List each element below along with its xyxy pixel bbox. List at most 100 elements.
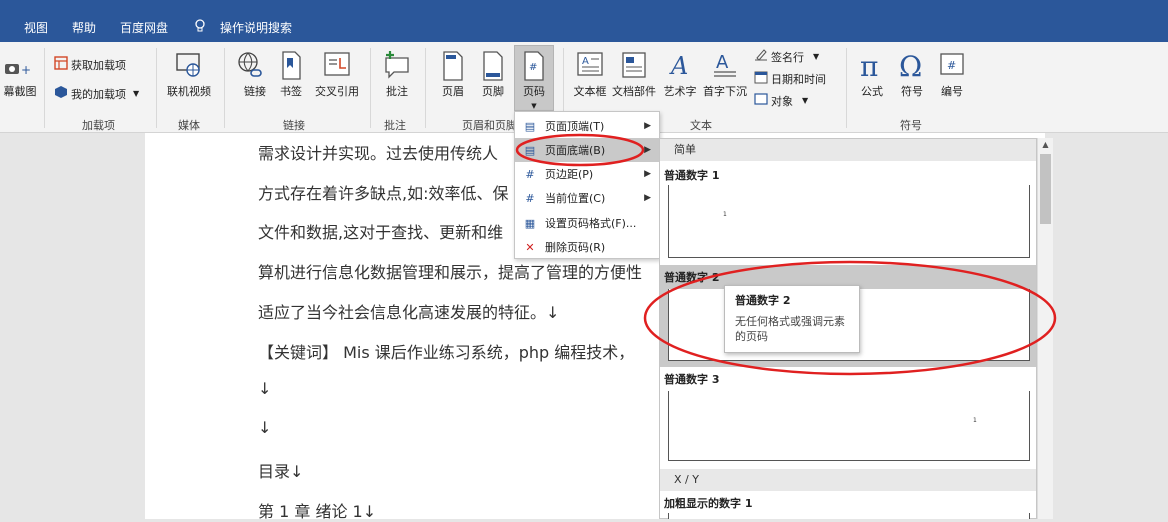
link-button[interactable]: 链接 <box>232 50 268 98</box>
current-position-icon: # <box>525 191 535 205</box>
cross-reference-button[interactable]: 交叉引用 <box>310 50 364 99</box>
group-label-text: 文本 <box>690 119 712 132</box>
svg-text:A: A <box>716 52 729 73</box>
header-icon <box>438 50 468 82</box>
equation-button[interactable]: π 公式 <box>854 50 890 99</box>
menu-item-page-margins[interactable]: # 页边距(P) ▶ <box>515 162 659 186</box>
comment-plus-icon <box>382 50 412 82</box>
menu-item-remove-page-numbers[interactable]: ✕ 删除页码(R) <box>515 235 659 259</box>
doc-line: 适应了当今社会信息化高速发展的特征。↓ <box>258 303 560 322</box>
signature-icon <box>754 48 768 65</box>
doc-line: 文件和数据,这对于查找、更新和维 <box>258 223 504 242</box>
group-label-media: 媒体 <box>178 119 200 132</box>
tooltip-description: 无任何格式或强调元素的页码 <box>735 315 845 343</box>
svg-text:+: + <box>21 63 31 77</box>
symbol-button[interactable]: Ω 符号 <box>894 50 930 99</box>
doc-line: 目录↓ <box>258 462 304 481</box>
quick-parts-button[interactable]: 文档部件 <box>610 50 658 99</box>
pi-icon: π <box>857 50 887 83</box>
date-time-button[interactable]: 日期和时间 <box>754 70 826 87</box>
group-label-symbols: 符号 <box>900 119 922 132</box>
online-video-icon <box>174 50 204 82</box>
svg-text:#: # <box>947 59 956 72</box>
gallery-scrollbar[interactable]: ▲ <box>1037 138 1053 519</box>
gallery-preview: 1 <box>668 185 1030 258</box>
get-addins-button[interactable]: 获取加载项 <box>54 56 126 73</box>
menu-item-bottom-of-page[interactable]: ▤ 页面底端(B) ▶ <box>515 138 659 162</box>
object-button[interactable]: 对象 ▼ <box>754 92 808 109</box>
doc-line: ↓ <box>258 379 272 398</box>
header-button[interactable]: 页眉 <box>436 50 470 99</box>
chevron-right-icon: ▶ <box>644 121 651 131</box>
gallery-item-bold-number-1[interactable]: 加粗显示的数字 1 <box>660 491 1036 519</box>
gallery-section-header: X / Y <box>660 469 1036 491</box>
drop-cap-button[interactable]: A 首字下沉 <box>700 50 750 99</box>
object-icon <box>754 92 768 109</box>
globe-link-icon <box>235 50 265 82</box>
svg-text:#: # <box>529 62 537 73</box>
gallery-item-plain-number-1[interactable]: 普通数字 1 1 <box>660 161 1036 265</box>
doc-line: 算机进行信息化数据管理和展示，提高了管理的方便性 <box>258 263 643 282</box>
bookmark-icon <box>276 50 306 82</box>
svg-text:A: A <box>582 56 589 67</box>
tell-me-search[interactable]: 操作说明搜索 <box>220 19 292 36</box>
tab-view[interactable]: 视图 <box>24 19 48 36</box>
menu-item-current-position[interactable]: # 当前位置(C) ▶ <box>515 186 659 210</box>
chevron-down-icon: ▼ <box>133 89 140 98</box>
footer-icon <box>478 50 508 82</box>
quick-parts-icon <box>619 50 649 82</box>
gallery-preview: 1 <box>668 391 1030 461</box>
footer-button[interactable]: 页脚 <box>476 50 510 99</box>
wordart-icon: A <box>665 50 695 82</box>
new-comment-button[interactable]: 批注 <box>378 50 416 99</box>
bookmark-button[interactable]: 书签 <box>274 50 308 99</box>
gallery-item-plain-number-3[interactable]: 普通数字 3 1 <box>660 367 1036 471</box>
title-bar <box>0 0 1168 12</box>
chevron-right-icon: ▶ <box>644 145 651 155</box>
svg-text:A: A <box>669 52 688 80</box>
scroll-up-icon[interactable]: ▲ <box>1040 140 1051 152</box>
textbox-icon: A <box>575 50 605 82</box>
signature-line-button[interactable]: 签名行 ▼ <box>754 48 819 65</box>
group-label-comments: 批注 <box>384 119 406 132</box>
remove-page-number-icon: ✕ <box>525 240 535 254</box>
camera-icon: + <box>5 50 35 82</box>
page-margins-icon: # <box>525 167 535 181</box>
chevron-right-icon: ▶ <box>644 169 651 179</box>
menu-item-format-page-numbers[interactable]: ▦ 设置页码格式(F)... <box>515 211 659 235</box>
screenshot-button[interactable]: + 幕截图 <box>0 50 40 99</box>
textbox-button[interactable]: A 文本框 <box>570 50 610 99</box>
addin-cube-icon <box>54 85 68 102</box>
page-number-menu: ▤ 页面顶端(T) ▶ ▤ 页面底端(B) ▶ # 页边距(P) ▶ # 当前位… <box>514 111 660 259</box>
lightbulb-icon <box>194 19 206 36</box>
tab-help[interactable]: 帮助 <box>72 19 96 36</box>
omega-icon: Ω <box>897 50 927 83</box>
chevron-down-icon: ▼ <box>802 96 809 105</box>
ribbon-tab-bar: 视图 帮助 百度网盘 操作说明搜索 <box>0 12 1168 42</box>
group-label-addins: 加载项 <box>82 119 115 132</box>
gallery-section-header: 简单 <box>660 139 1036 161</box>
page-number-icon: # <box>519 50 549 82</box>
format-page-number-icon: ▦ <box>524 216 536 230</box>
chevron-down-icon: ▼ <box>813 52 820 61</box>
svg-text:Ω: Ω <box>899 50 922 82</box>
online-video-button[interactable]: 联机视频 <box>165 50 213 99</box>
wordart-button[interactable]: A 艺术字 <box>660 50 700 99</box>
group-label-links: 链接 <box>283 119 305 132</box>
page-number-button[interactable]: # 页码 ▼ <box>516 50 552 113</box>
tooltip-title: 普通数字 2 <box>735 294 791 307</box>
svg-text:π: π <box>860 50 878 82</box>
group-label-header-footer: 页眉和页脚 <box>462 119 517 132</box>
store-icon <box>54 56 68 73</box>
gallery-tooltip: 普通数字 2 无任何格式或强调元素的页码 <box>724 285 860 353</box>
calendar-icon <box>754 70 768 87</box>
doc-line: 第 1 章 绪论 1↓ <box>258 502 377 521</box>
doc-line: ↓ <box>258 418 272 437</box>
number-button[interactable]: # 编号 <box>934 50 970 99</box>
menu-item-top-of-page[interactable]: ▤ 页面顶端(T) ▶ <box>515 114 659 138</box>
drop-cap-icon: A <box>710 50 740 82</box>
scrollbar-thumb[interactable] <box>1040 154 1051 224</box>
my-addins-button[interactable]: 我的加载项 ▼ <box>54 85 139 102</box>
cross-reference-icon <box>322 50 352 82</box>
tab-baidu-netdisk[interactable]: 百度网盘 <box>120 19 168 36</box>
